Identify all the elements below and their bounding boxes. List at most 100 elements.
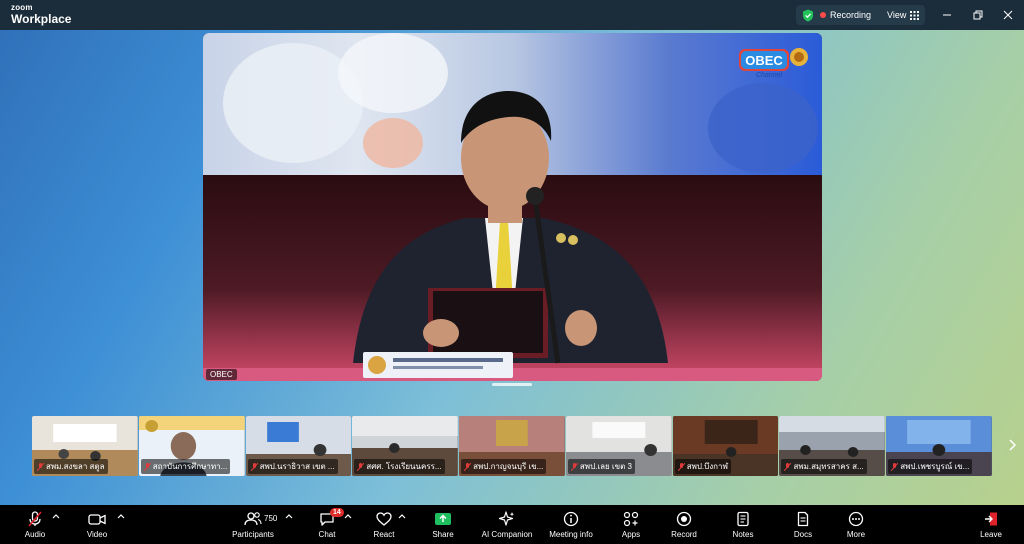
video-label: Video xyxy=(86,530,108,539)
view-button[interactable]: View xyxy=(887,10,920,20)
mic-muted-icon xyxy=(570,462,578,471)
react-options-chevron-icon[interactable] xyxy=(398,513,406,521)
leave-button[interactable]: Leave xyxy=(978,505,1004,544)
restore-icon[interactable] xyxy=(971,8,985,22)
share-button[interactable]: Share xyxy=(428,505,458,544)
participant-name-label: สพป.เพชรบูรณ์ เข... xyxy=(888,459,973,474)
mic-muted-icon xyxy=(891,462,899,471)
participant-name: สพป.เลย เขต 3 xyxy=(579,462,632,471)
more-label: More xyxy=(846,530,866,539)
participant-tile[interactable]: สศศ. โรงเรียนนครร... xyxy=(352,416,459,476)
audio-label: Audio xyxy=(24,530,46,539)
apps-button[interactable]: Apps xyxy=(618,505,644,544)
minimize-icon[interactable] xyxy=(940,8,954,22)
chat-unread-badge: 14 xyxy=(330,508,344,517)
chat-options-chevron-icon[interactable] xyxy=(344,513,352,521)
leave-door-icon xyxy=(985,512,997,526)
mic-muted-icon xyxy=(357,462,365,471)
participant-tile[interactable]: สพม.สมุทรสาคร ส... xyxy=(779,416,886,476)
participant-name-label: สพม.สมุทรสาคร ส... xyxy=(781,459,867,474)
participant-tile[interactable]: สพป.กาญจนบุรี เข... xyxy=(459,416,565,476)
video-button[interactable]: Video xyxy=(82,505,112,544)
participant-name: สพป.กาญจนบุรี เข... xyxy=(473,462,544,471)
participant-name: สพป.นราธิวาส เขต ... xyxy=(259,462,335,471)
recording-dot-icon xyxy=(820,12,826,18)
notes-icon xyxy=(737,511,749,527)
apps-label: Apps xyxy=(621,530,641,539)
brand-zoom: zoom xyxy=(11,3,33,12)
obec-logo-text: OBEC xyxy=(745,53,783,68)
meeting-info-button[interactable]: Meeting info xyxy=(545,505,597,544)
audio-options-chevron-icon[interactable] xyxy=(52,513,60,521)
brand-workplace: Workplace xyxy=(11,12,72,26)
mic-muted-icon xyxy=(37,462,44,471)
recording-indicator[interactable]: Recording xyxy=(820,10,871,20)
video-pager-indicator[interactable] xyxy=(492,383,532,386)
participant-name: สพม.สงขลา สตูล xyxy=(46,462,105,471)
security-shield-icon[interactable] xyxy=(802,9,814,22)
participant-name: สพม.สมุทรสาคร ส... xyxy=(793,462,864,471)
participants-label: Participants xyxy=(232,530,274,539)
react-label: React xyxy=(373,530,395,539)
participant-filmstrip: สพม.สงขลา สตูล สถาบันการศึกษาทา... สพป.น… xyxy=(32,416,993,476)
speaker-figure xyxy=(223,33,818,364)
filmstrip-next-button[interactable] xyxy=(1004,434,1020,456)
participant-tile[interactable]: สพป.เพชรบูรณ์ เข... xyxy=(886,416,993,476)
mic-muted-icon xyxy=(677,462,685,471)
participant-tile[interactable]: สพป.บึงกาฬ xyxy=(672,416,779,476)
participant-name-label: สศศ. โรงเรียนนครร... xyxy=(354,459,445,474)
participant-name: สถาบันการศึกษาทา... xyxy=(152,462,228,471)
title-bar: zoom Workplace Recording View xyxy=(0,0,1024,30)
apps-icon xyxy=(623,511,639,527)
mic-muted-icon xyxy=(784,462,792,471)
obec-channel-logo: OBEC Channel xyxy=(739,43,811,79)
leave-label: Leave xyxy=(980,530,1002,539)
video-options-chevron-icon[interactable] xyxy=(117,513,125,521)
participant-name-label: สพป.บึงกาฬ xyxy=(674,459,731,474)
meeting-toolbar: Audio Video Participants 750 Chat 14 Rea… xyxy=(0,505,1024,544)
docs-icon xyxy=(797,511,809,527)
participant-tile[interactable]: สพม.สงขลา สตูล xyxy=(32,416,138,476)
close-icon[interactable] xyxy=(1001,8,1015,22)
react-button[interactable]: React xyxy=(370,505,398,544)
share-screen-icon xyxy=(435,513,451,525)
participants-count: 750 xyxy=(264,514,278,523)
mic-muted-icon xyxy=(464,462,472,471)
more-icon xyxy=(848,511,864,527)
obec-logo-subtext: Channel xyxy=(756,72,783,79)
video-camera-icon xyxy=(88,514,106,525)
video-source-tag: OBEC xyxy=(206,369,237,380)
participant-name-label: สพป.นราธิวาส เขต ... xyxy=(247,459,338,474)
heart-icon xyxy=(376,512,392,526)
participants-options-chevron-icon[interactable] xyxy=(285,513,293,521)
active-speaker-video[interactable]: OBEC Channel OBEC xyxy=(203,33,822,381)
participants-icon xyxy=(244,512,262,526)
record-icon xyxy=(676,511,692,527)
participant-name-label: สพป.เลย เขต 3 xyxy=(567,459,635,474)
chat-label: Chat xyxy=(318,530,336,539)
speaker-nameplate xyxy=(363,352,513,378)
participant-name-label: สถาบันการศึกษาทา... xyxy=(140,459,231,474)
mic-muted-icon xyxy=(250,462,258,471)
ai-companion-button[interactable]: AI Companion xyxy=(478,505,536,544)
notes-button[interactable]: Notes xyxy=(730,505,756,544)
record-button[interactable]: Record xyxy=(670,505,698,544)
grid-view-icon xyxy=(910,10,920,20)
participant-tile[interactable]: สพป.เลย เขต 3 xyxy=(565,416,672,476)
participant-name-label: สพม.สงขลา สตูล xyxy=(34,459,108,474)
recording-status-group: Recording View xyxy=(796,5,926,25)
participant-name-label: สพป.กาญจนบุรี เข... xyxy=(461,459,547,474)
participants-button[interactable]: Participants xyxy=(230,505,276,544)
participant-name: สศศ. โรงเรียนนครร... xyxy=(366,462,442,471)
more-button[interactable]: More xyxy=(843,505,869,544)
participant-name: สพป.บึงกาฬ xyxy=(686,462,728,471)
ai-sparkle-icon xyxy=(499,511,515,526)
recording-label: Recording xyxy=(830,10,872,20)
docs-button[interactable]: Docs xyxy=(790,505,816,544)
participant-tile[interactable]: สพป.นราธิวาส เขต ... xyxy=(245,416,352,476)
participant-tile[interactable]: สถาบันการศึกษาทา... xyxy=(138,416,245,476)
audio-button[interactable]: Audio xyxy=(20,505,50,544)
chevron-right-icon xyxy=(1009,439,1016,451)
docs-label: Docs xyxy=(793,530,813,539)
notes-label: Notes xyxy=(732,530,754,539)
